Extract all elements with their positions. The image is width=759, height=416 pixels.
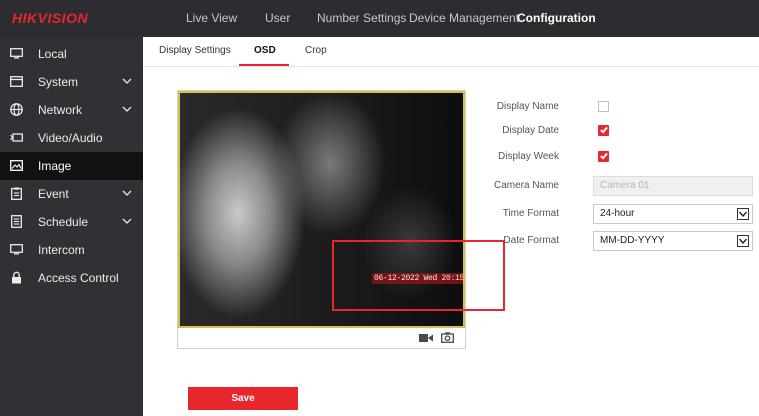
chevron-down-icon[interactable] bbox=[122, 217, 132, 225]
display-date-checkbox[interactable] bbox=[598, 125, 609, 136]
sidebar-item-schedule[interactable]: Schedule bbox=[0, 208, 143, 236]
display-name-checkbox[interactable] bbox=[598, 101, 609, 112]
date-format-value: MM-DD-YYYY bbox=[600, 235, 665, 246]
sidebar-item-event[interactable]: Event bbox=[0, 180, 143, 208]
sidebar-item-video-audio[interactable]: Video/Audio bbox=[0, 124, 143, 152]
topnav-device-management[interactable]: Device Management bbox=[409, 0, 519, 37]
sidebar-item-label: Schedule bbox=[38, 215, 89, 229]
time-format-label: Time Format bbox=[502, 208, 559, 219]
time-format-value: 24-hour bbox=[600, 208, 635, 219]
sidebar-item-label: Image bbox=[38, 159, 72, 173]
osd-highlight-annotation bbox=[332, 240, 505, 311]
date-format-label: Date Format bbox=[503, 235, 559, 246]
schedule-list-icon bbox=[11, 215, 22, 228]
monitor-icon bbox=[10, 48, 23, 59]
sidebar-item-intercom[interactable]: Intercom bbox=[0, 236, 143, 264]
chevron-down-icon[interactable] bbox=[737, 235, 749, 247]
main-content: Display Settings OSD Crop 06-12-2022 Wed… bbox=[143, 37, 759, 416]
sidebar: Local System Network Video/Audio Image E… bbox=[0, 37, 143, 416]
chevron-down-icon[interactable] bbox=[737, 208, 749, 220]
image-icon bbox=[10, 160, 23, 171]
topnav-user[interactable]: User bbox=[265, 0, 290, 37]
sidebar-item-label: Intercom bbox=[38, 243, 85, 257]
sidebar-item-local[interactable]: Local bbox=[0, 40, 143, 68]
time-format-select[interactable]: 24-hour bbox=[593, 204, 753, 224]
sidebar-item-label: Network bbox=[38, 103, 83, 117]
sidebar-item-label: System bbox=[38, 75, 79, 89]
tab-osd[interactable]: OSD bbox=[254, 37, 276, 67]
checkmark-icon bbox=[600, 151, 608, 160]
topnav-configuration[interactable]: Configuration bbox=[517, 0, 596, 37]
sidebar-item-label: Local bbox=[38, 47, 67, 61]
camera-name-label: Camera Name bbox=[493, 180, 559, 191]
camera-name-input[interactable]: Camera 01 bbox=[593, 176, 753, 196]
chevron-down-icon[interactable] bbox=[122, 77, 132, 85]
lock-icon bbox=[12, 271, 21, 284]
date-format-select[interactable]: MM-DD-YYYY bbox=[593, 231, 753, 251]
sidebar-item-system[interactable]: System bbox=[0, 68, 143, 96]
preview-toolbar bbox=[178, 328, 465, 348]
tab-display-settings[interactable]: Display Settings bbox=[159, 37, 231, 67]
checkmark-icon bbox=[600, 125, 608, 134]
hikvision-logo: HIKVISION bbox=[12, 10, 89, 26]
active-tab-indicator bbox=[239, 64, 289, 66]
topnav-number-settings[interactable]: Number Settings bbox=[317, 0, 406, 37]
system-window-icon bbox=[10, 76, 23, 87]
sidebar-item-label: Video/Audio bbox=[38, 131, 103, 145]
tab-crop[interactable]: Crop bbox=[305, 37, 327, 67]
topnav-live-view[interactable]: Live View bbox=[186, 0, 237, 37]
display-week-checkbox[interactable] bbox=[598, 151, 609, 162]
app-root: HIKVISION Live View User Number Settings… bbox=[0, 0, 759, 416]
sidebar-item-image[interactable]: Image bbox=[0, 152, 143, 180]
tab-bar: Display Settings OSD Crop bbox=[143, 37, 759, 67]
sidebar-item-label: Event bbox=[38, 187, 69, 201]
globe-icon bbox=[10, 103, 23, 116]
sidebar-item-access-control[interactable]: Access Control bbox=[0, 264, 143, 292]
sidebar-item-network[interactable]: Network bbox=[0, 96, 143, 124]
chevron-down-icon[interactable] bbox=[122, 189, 132, 197]
save-button[interactable]: Save bbox=[188, 387, 298, 410]
record-video-icon[interactable] bbox=[419, 333, 433, 343]
intercom-monitor-icon bbox=[10, 244, 23, 255]
event-clipboard-icon bbox=[11, 187, 22, 200]
video-camera-icon bbox=[10, 133, 23, 142]
display-week-label: Display Week bbox=[498, 151, 559, 162]
top-bar: HIKVISION Live View User Number Settings… bbox=[0, 0, 759, 37]
sidebar-item-label: Access Control bbox=[38, 271, 119, 285]
chevron-down-icon[interactable] bbox=[122, 105, 132, 113]
snapshot-camera-icon[interactable] bbox=[441, 332, 454, 343]
display-date-label: Display Date bbox=[502, 125, 559, 136]
display-name-label: Display Name bbox=[496, 101, 559, 112]
